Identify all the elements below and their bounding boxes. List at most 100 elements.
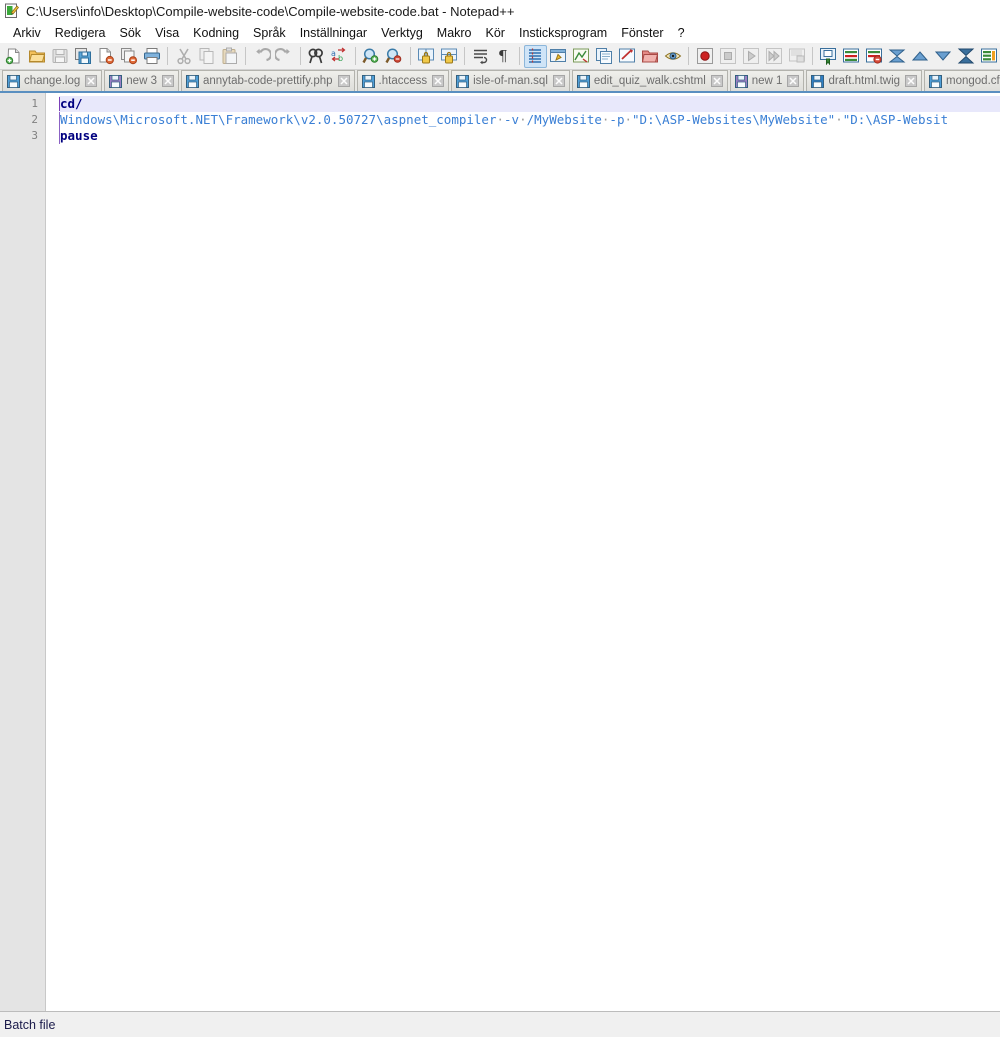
tab-item[interactable]: .htaccess — [356, 70, 450, 91]
user-defined-dialog-icon[interactable] — [547, 45, 570, 68]
find-icon[interactable] — [305, 45, 328, 68]
menu-item-kor[interactable]: Kör — [479, 24, 512, 42]
folder-as-workspace-icon[interactable] — [639, 45, 662, 68]
toolbar-separator — [409, 47, 411, 65]
macro-play-icon[interactable] — [739, 45, 762, 68]
tab-item[interactable]: edit_quiz_walk.cshtml — [571, 70, 728, 91]
menu-item-installningar[interactable]: Inställningar — [293, 24, 374, 42]
indent-guide-marker — [59, 128, 60, 144]
close-file-icon[interactable] — [95, 45, 118, 68]
remove-bookmark-icon[interactable] — [863, 45, 886, 68]
monitoring-icon[interactable] — [662, 45, 685, 68]
close-tab-icon[interactable] — [432, 75, 445, 87]
menu-item-fonster[interactable]: Fönster — [614, 24, 670, 42]
toolbar-separator — [464, 47, 466, 65]
redo-icon[interactable] — [273, 45, 296, 68]
close-all-files-icon[interactable] — [118, 45, 141, 68]
fold-up-icon[interactable] — [909, 45, 932, 68]
menu-item-redigera[interactable]: Redigera — [48, 24, 113, 42]
collapse-all-icon[interactable] — [886, 45, 909, 68]
toolbar-separator — [688, 47, 690, 65]
tab-item[interactable]: change.log — [2, 70, 103, 91]
notepad-plus-plus-icon — [4, 3, 20, 19]
editor-area[interactable]: 1 2 3 cd/Windows\Microsoft.NET\Framework\v… — [0, 93, 1000, 1011]
code-line[interactable]: pause — [59, 128, 1000, 144]
copy-icon[interactable] — [195, 45, 218, 68]
new-file-icon[interactable] — [3, 45, 26, 68]
menu-item-makro[interactable]: Makro — [430, 24, 479, 42]
cut-icon[interactable] — [172, 45, 195, 68]
word-wrap-icon[interactable] — [469, 45, 492, 68]
tab-item[interactable]: annytab-code-prettify.php — [180, 70, 355, 91]
tab-item[interactable]: new 3 — [104, 70, 179, 91]
svg-text:a: a — [331, 49, 336, 58]
close-tab-icon[interactable] — [337, 75, 350, 87]
zoom-out-icon[interactable] — [383, 45, 406, 68]
close-tab-icon[interactable] — [710, 75, 723, 87]
tab-item[interactable]: new 1 — [729, 70, 805, 91]
sync-horizontal-scroll-icon[interactable] — [437, 45, 460, 68]
code-token: -p — [609, 112, 625, 127]
window-title: C:\Users\info\Desktop\Compile-website-co… — [26, 3, 515, 19]
line-number: 1 — [31, 97, 38, 110]
tab-item[interactable]: mongod.cfg — [924, 70, 1000, 91]
tab-bar[interactable]: change.log new 3 annytab-code-prettify.php… — [0, 70, 1000, 93]
close-tab-icon[interactable] — [161, 75, 174, 87]
macro-play-multiple-icon[interactable] — [762, 45, 785, 68]
undo-icon[interactable] — [250, 45, 273, 68]
macro-record-icon[interactable] — [693, 45, 716, 68]
toggle-bookmark-lines-icon[interactable] — [977, 45, 1000, 68]
close-tab-icon[interactable] — [85, 75, 98, 87]
tab-label: change.log — [24, 75, 81, 87]
function-list-icon[interactable] — [616, 45, 639, 68]
menu-item-arkiv[interactable]: Arkiv — [6, 24, 48, 42]
macro-stop-icon[interactable] — [716, 45, 739, 68]
tab-label: mongod.cfg — [946, 75, 1000, 87]
save-icon[interactable] — [49, 45, 72, 68]
floppy-saved-icon — [811, 74, 825, 88]
menu-item-kodning[interactable]: Kodning — [186, 24, 246, 42]
bookmark-toggle-icon[interactable] — [817, 45, 840, 68]
tab-label: .htaccess — [378, 75, 428, 87]
indent-guide-marker — [59, 112, 60, 128]
save-all-icon[interactable] — [72, 45, 95, 68]
menu-item-visa[interactable]: Visa — [148, 24, 186, 42]
fold-margin[interactable] — [46, 93, 59, 1011]
whitespace-dot: · — [835, 112, 843, 127]
macro-save-icon[interactable] — [785, 45, 808, 68]
code-line[interactable]: Windows\Microsoft.NET\Framework\v2.0.507… — [59, 112, 1000, 128]
close-tab-icon[interactable] — [787, 75, 800, 87]
menu-item-insticksprogram[interactable]: Insticksprogram — [512, 24, 614, 42]
tab-label: annytab-code-prettify.php — [202, 75, 333, 87]
toolbar-separator — [354, 47, 356, 65]
tab-item[interactable]: isle-of-man.sql — [451, 70, 570, 91]
paste-icon[interactable] — [218, 45, 241, 68]
document-map-icon[interactable] — [593, 45, 616, 68]
menu-item-sprak[interactable]: Språk — [246, 24, 293, 42]
expand-all-icon[interactable] — [954, 45, 977, 68]
indent-guideline-icon[interactable] — [524, 44, 548, 68]
menu-item-help[interactable]: ? — [671, 24, 692, 42]
line-number: 3 — [31, 129, 38, 142]
open-file-icon[interactable] — [26, 45, 49, 68]
toolbar-separator — [812, 47, 813, 65]
toolbar-separator — [299, 47, 301, 65]
replace-icon[interactable]: a b — [328, 45, 351, 68]
code-line[interactable]: cd/ — [59, 96, 1000, 112]
sync-vertical-scroll-icon[interactable] — [415, 45, 438, 68]
zoom-in-icon[interactable] — [360, 45, 383, 68]
close-tab-icon[interactable] — [905, 75, 918, 87]
show-whitespace-tab-icon[interactable] — [570, 45, 593, 68]
show-all-characters-icon[interactable]: ¶ — [492, 45, 515, 68]
code-token: "D:\ASP-Websites\MyWebsite" — [632, 112, 836, 127]
hide-lines-icon[interactable] — [840, 45, 863, 68]
unfold-down-icon[interactable] — [932, 45, 955, 68]
code-token: pause — [60, 128, 98, 143]
close-tab-icon[interactable] — [552, 75, 565, 87]
title-bar: C:\Users\info\Desktop\Compile-website-co… — [0, 0, 1000, 22]
menu-item-verktyg[interactable]: Verktyg — [374, 24, 430, 42]
menu-item-sok[interactable]: Sök — [113, 24, 149, 42]
tab-item[interactable]: draft.html.twig — [806, 70, 923, 91]
code-content[interactable]: cd/Windows\Microsoft.NET\Framework\v2.0.… — [59, 93, 1000, 1011]
print-icon[interactable] — [140, 45, 163, 68]
